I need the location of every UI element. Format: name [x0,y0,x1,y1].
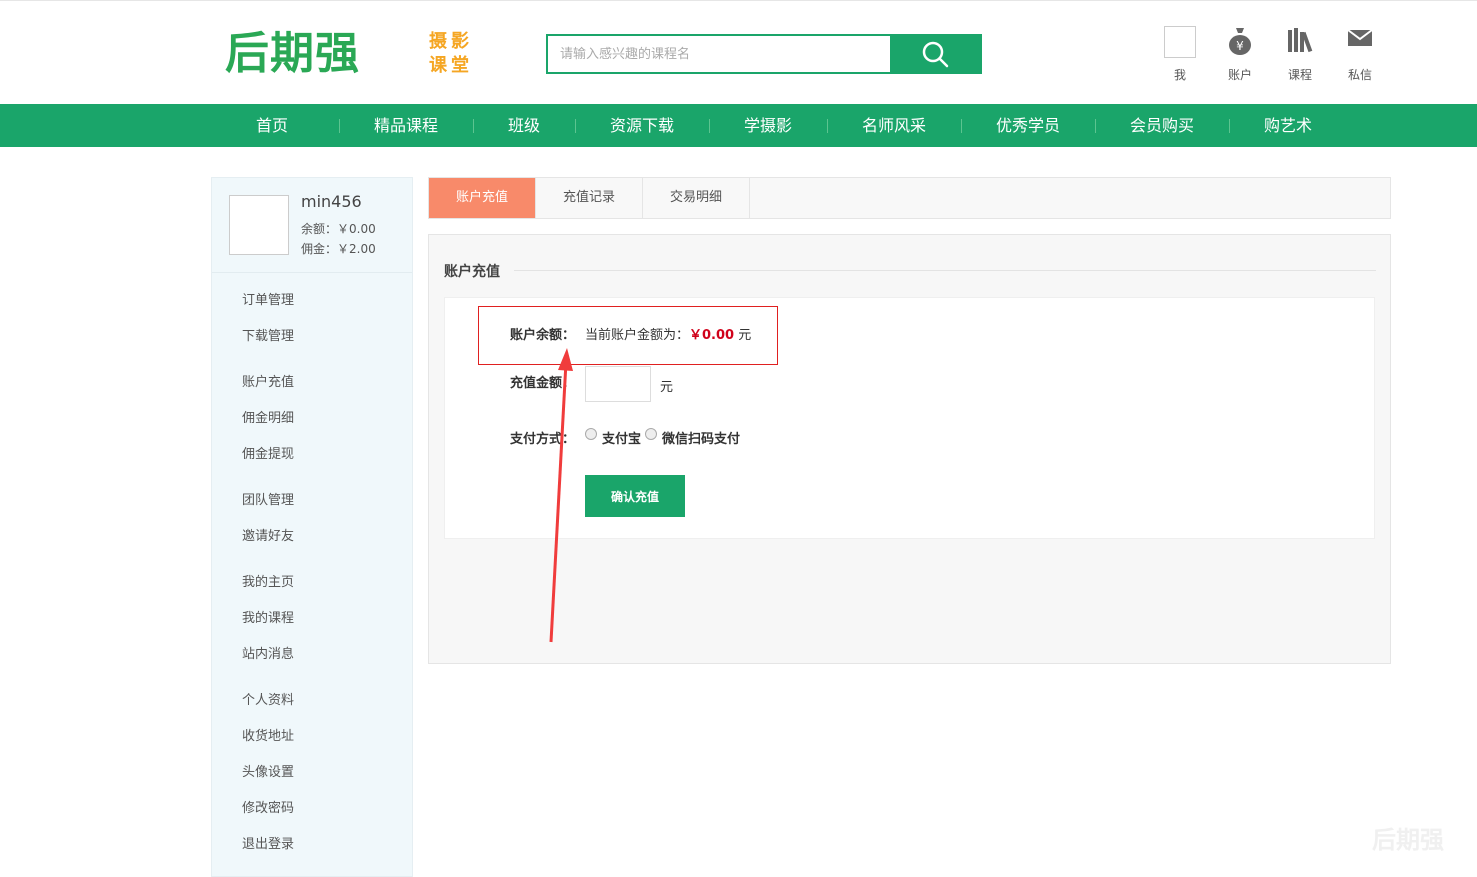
recharge-amount-input[interactable] [585,366,651,402]
sidebar-item-team[interactable]: 团队管理 [212,483,412,519]
confirm-recharge-button[interactable]: 确认充值 [585,475,685,517]
shortcut-label: 我 [1173,68,1186,82]
user-commission: 佣金：￥2.00 [301,242,376,256]
shortcut-label: 课程 [1287,68,1312,82]
shortcut-me[interactable]: 我 [1150,26,1210,83]
sidebar-item-avatar-settings[interactable]: 头像设置 [212,755,412,791]
search-bar [546,34,982,74]
shortcut-account[interactable]: ¥ 账户 [1210,26,1270,83]
money-bag-icon: ¥ [1229,28,1251,55]
watermark-logo: 后期强 [1372,826,1444,854]
sidebar-item-profile[interactable]: 个人资料 [212,683,412,719]
avatar [1164,26,1196,58]
search-button[interactable] [890,36,980,72]
nav-item-art[interactable]: 购艺术 [1229,104,1347,147]
logo-sub-text: 摄影课堂 [429,31,473,76]
tab-recharge-history[interactable]: 充值记录 [536,178,643,218]
shortcut-messages[interactable]: 私信 [1330,26,1390,83]
logo-main-text: 后期强 [225,28,360,79]
sidebar-item-commission-detail[interactable]: 佣金明细 [212,401,412,437]
account-sidebar: min456 余额：￥0.00 佣金：￥2.00 订单管理 下载管理 账户充值 … [211,177,413,877]
user-balance: 余额：￥0.00 [301,222,376,236]
nav-item-courses[interactable]: 精品课程 [339,104,473,147]
sidebar-item-password[interactable]: 修改密码 [212,791,412,827]
shortcut-label: 私信 [1347,68,1372,82]
nav-item-membership[interactable]: 会员购买 [1095,104,1229,147]
shortcut-courses[interactable]: 课程 [1270,26,1330,83]
tab-transactions[interactable]: 交易明细 [643,178,750,218]
wechat-label[interactable]: 微信扫码支付 [662,428,740,447]
balance-highlight-box [478,306,778,365]
alipay-label[interactable]: 支付宝 [602,428,641,447]
sidebar-item-recharge[interactable]: 账户充值 [212,365,412,401]
sidebar-item-invite[interactable]: 邀请好友 [212,519,412,555]
user-summary: min456 余额：￥0.00 佣金：￥2.00 [212,178,412,273]
search-icon [922,41,949,68]
books-icon [1288,28,1313,53]
sidebar-item-address[interactable]: 收货地址 [212,719,412,755]
panel-title: 账户充值 [444,264,500,280]
mail-icon [1347,29,1373,46]
user-shortcuts: 我 ¥ 账户 课程 私信 [1150,26,1390,83]
nav-item-home[interactable]: 首页 [205,104,339,147]
sidebar-item-messages[interactable]: 站内消息 [212,637,412,673]
radio-wechat[interactable] [645,428,657,440]
sidebar-menu: 订单管理 下载管理 账户充值 佣金明细 佣金提现 团队管理 邀请好友 我的主页 … [212,273,412,863]
radio-alipay[interactable] [585,428,597,440]
account-tabs: 账户充值 充值记录 交易明细 [428,177,1391,219]
search-input[interactable] [548,36,890,72]
nav-item-students[interactable]: 优秀学员 [961,104,1095,147]
avatar[interactable] [229,195,289,255]
sidebar-item-homepage[interactable]: 我的主页 [212,565,412,601]
sidebar-item-downloads[interactable]: 下载管理 [212,319,412,355]
top-border [0,0,1477,4]
nav-item-teachers[interactable]: 名师风采 [827,104,961,147]
site-logo[interactable]: 后期强 摄影课堂 [225,28,477,80]
title-divider [514,270,1376,271]
sidebar-item-my-courses[interactable]: 我的课程 [212,601,412,637]
sidebar-item-commission-withdraw[interactable]: 佣金提现 [212,437,412,473]
nav-item-learn[interactable]: 学摄影 [709,104,827,147]
annotation-arrow-icon [549,348,573,643]
main-nav: 首页 精品课程 班级 资源下载 学摄影 名师风采 优秀学员 会员购买 购艺术 [0,104,1477,147]
user-name: min456 [301,192,362,211]
shortcut-label: 账户 [1227,68,1252,82]
sidebar-item-logout[interactable]: 退出登录 [212,827,412,863]
sidebar-item-orders[interactable]: 订单管理 [212,283,412,319]
amount-unit: 元 [660,380,674,395]
svg-text:¥: ¥ [1236,39,1244,53]
tab-recharge[interactable]: 账户充值 [429,178,536,218]
nav-item-downloads[interactable]: 资源下载 [575,104,709,147]
nav-item-classes[interactable]: 班级 [473,104,575,147]
